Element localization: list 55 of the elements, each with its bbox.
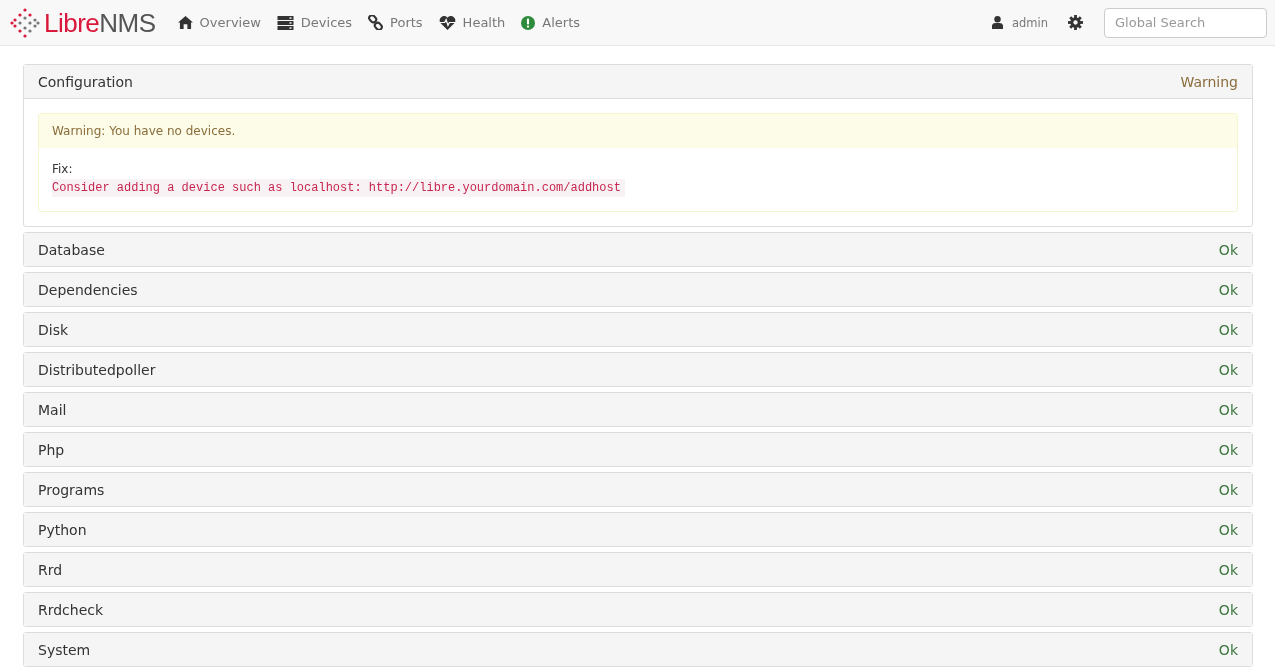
exclamation-circle-icon <box>521 15 536 30</box>
check-status: Ok <box>1218 441 1238 458</box>
nav-link[interactable]: Ports <box>368 15 423 30</box>
check-title: Database <box>38 241 105 258</box>
check-title: Python <box>38 521 87 538</box>
check-title: Distributedpoller <box>38 361 156 378</box>
check-status: Ok <box>1218 481 1238 498</box>
panel-header[interactable]: Rrdcheck Ok <box>24 593 1252 626</box>
heartbeat-icon <box>438 15 456 30</box>
panel-header[interactable]: Programs Ok <box>24 473 1252 506</box>
check-status: Ok <box>1218 601 1238 618</box>
nav-link[interactable]: Alerts <box>521 15 581 30</box>
fix-label: Fix: <box>52 162 73 176</box>
settings-icon[interactable] <box>1068 15 1083 30</box>
panel-header[interactable]: Python Ok <box>24 513 1252 546</box>
check-status: Ok <box>1218 361 1238 378</box>
check-status: Ok <box>1218 521 1238 538</box>
nav-link[interactable]: Health <box>438 15 506 30</box>
nav-link[interactable]: Overview <box>177 15 261 30</box>
check-title: Disk <box>38 321 69 338</box>
check-title: Mail <box>38 401 67 418</box>
server-stack-icon <box>276 15 294 30</box>
panel-header[interactable]: Configuration Warning <box>24 65 1252 99</box>
diamond-dots-logo-icon <box>10 7 40 38</box>
panel-header[interactable]: Dependencies Ok <box>24 273 1252 306</box>
check-status: Ok <box>1218 241 1238 258</box>
panel-header[interactable]: Mail Ok <box>24 393 1252 426</box>
brand-name[interactable]: LibreNMS <box>44 7 156 38</box>
panel-header[interactable]: Rrd Ok <box>24 553 1252 586</box>
nav-link[interactable]: Devices <box>276 15 353 30</box>
check-title: Configuration <box>38 73 133 90</box>
check-title: Php <box>38 441 65 458</box>
check-status: Ok <box>1218 281 1238 298</box>
warning-message: Warning: You have no devices. <box>52 124 236 138</box>
panel-header[interactable]: Distributedpoller Ok <box>24 353 1252 386</box>
global-search-field[interactable]: Global Search <box>1104 7 1267 38</box>
panel-header[interactable]: System Ok <box>24 633 1252 666</box>
check-title: System <box>38 641 91 658</box>
fix-code: Consider adding a device such as localhost: http://libre.yourdomain.com/addhost <box>52 179 625 197</box>
check-status: Ok <box>1218 321 1238 338</box>
check-title: Dependencies <box>38 281 138 298</box>
panel-header[interactable]: Disk Ok <box>24 313 1252 346</box>
check-status: Ok <box>1218 641 1238 658</box>
panel-header[interactable]: Php Ok <box>24 433 1252 466</box>
check-title: Rrd <box>38 561 63 578</box>
user-icon <box>991 16 1003 29</box>
check-status: Ok <box>1218 401 1238 418</box>
panel-header[interactable]: Database Ok <box>24 233 1252 266</box>
check-status: Warning <box>1180 73 1238 90</box>
chain-link-icon <box>368 15 384 30</box>
user-menu[interactable]: admin <box>991 15 1048 30</box>
check-title: Programs <box>38 481 105 498</box>
check-status: Ok <box>1218 561 1238 578</box>
check-title: Rrdcheck <box>38 601 104 618</box>
house-icon <box>177 16 193 29</box>
